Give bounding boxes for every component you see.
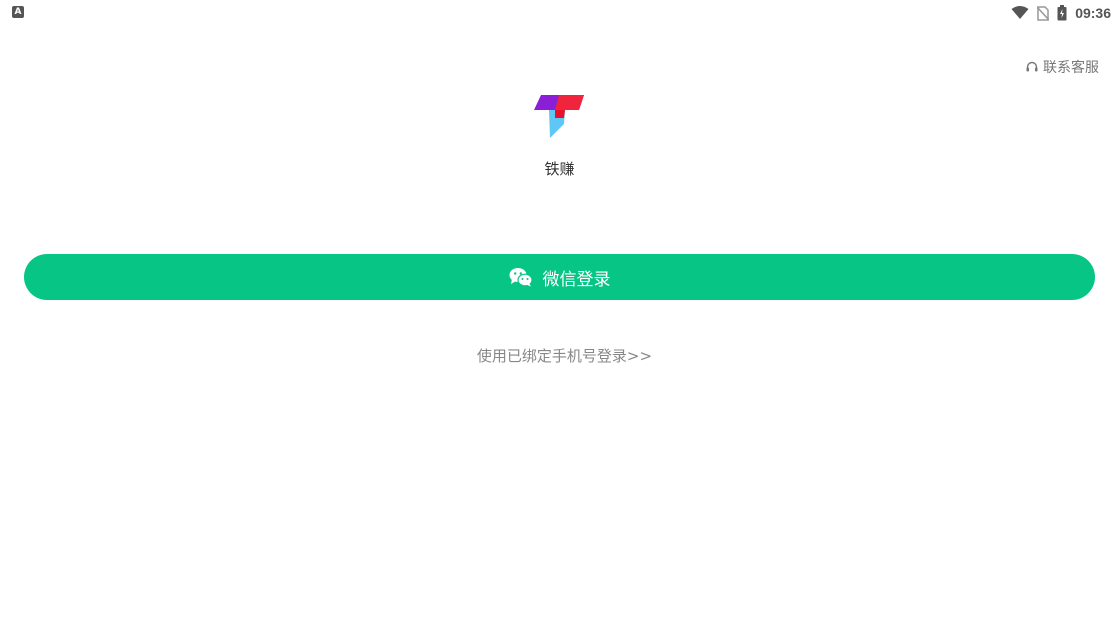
phone-login-link[interactable]: 使用已绑定手机号登录>> <box>0 345 1119 366</box>
app-logo <box>529 88 589 148</box>
customer-service-link[interactable]: 联系客服 <box>1025 57 1099 77</box>
status-indicators: 09:36 <box>1011 3 1111 23</box>
wifi-icon <box>1011 6 1029 20</box>
status-bar: A 09:36 <box>0 0 1119 26</box>
headset-icon <box>1025 60 1039 74</box>
app-name: 铁赚 <box>544 160 575 178</box>
no-sim-icon <box>1037 5 1050 21</box>
notification-icon: A <box>12 6 24 18</box>
battery-icon <box>1057 5 1067 21</box>
customer-service-label: 联系客服 <box>1043 60 1099 76</box>
status-time: 09:36 <box>1075 5 1111 21</box>
wechat-login-button[interactable]: 微信登录 <box>24 254 1095 300</box>
wechat-login-label: 微信登录 <box>542 269 611 290</box>
wechat-icon <box>509 267 533 287</box>
